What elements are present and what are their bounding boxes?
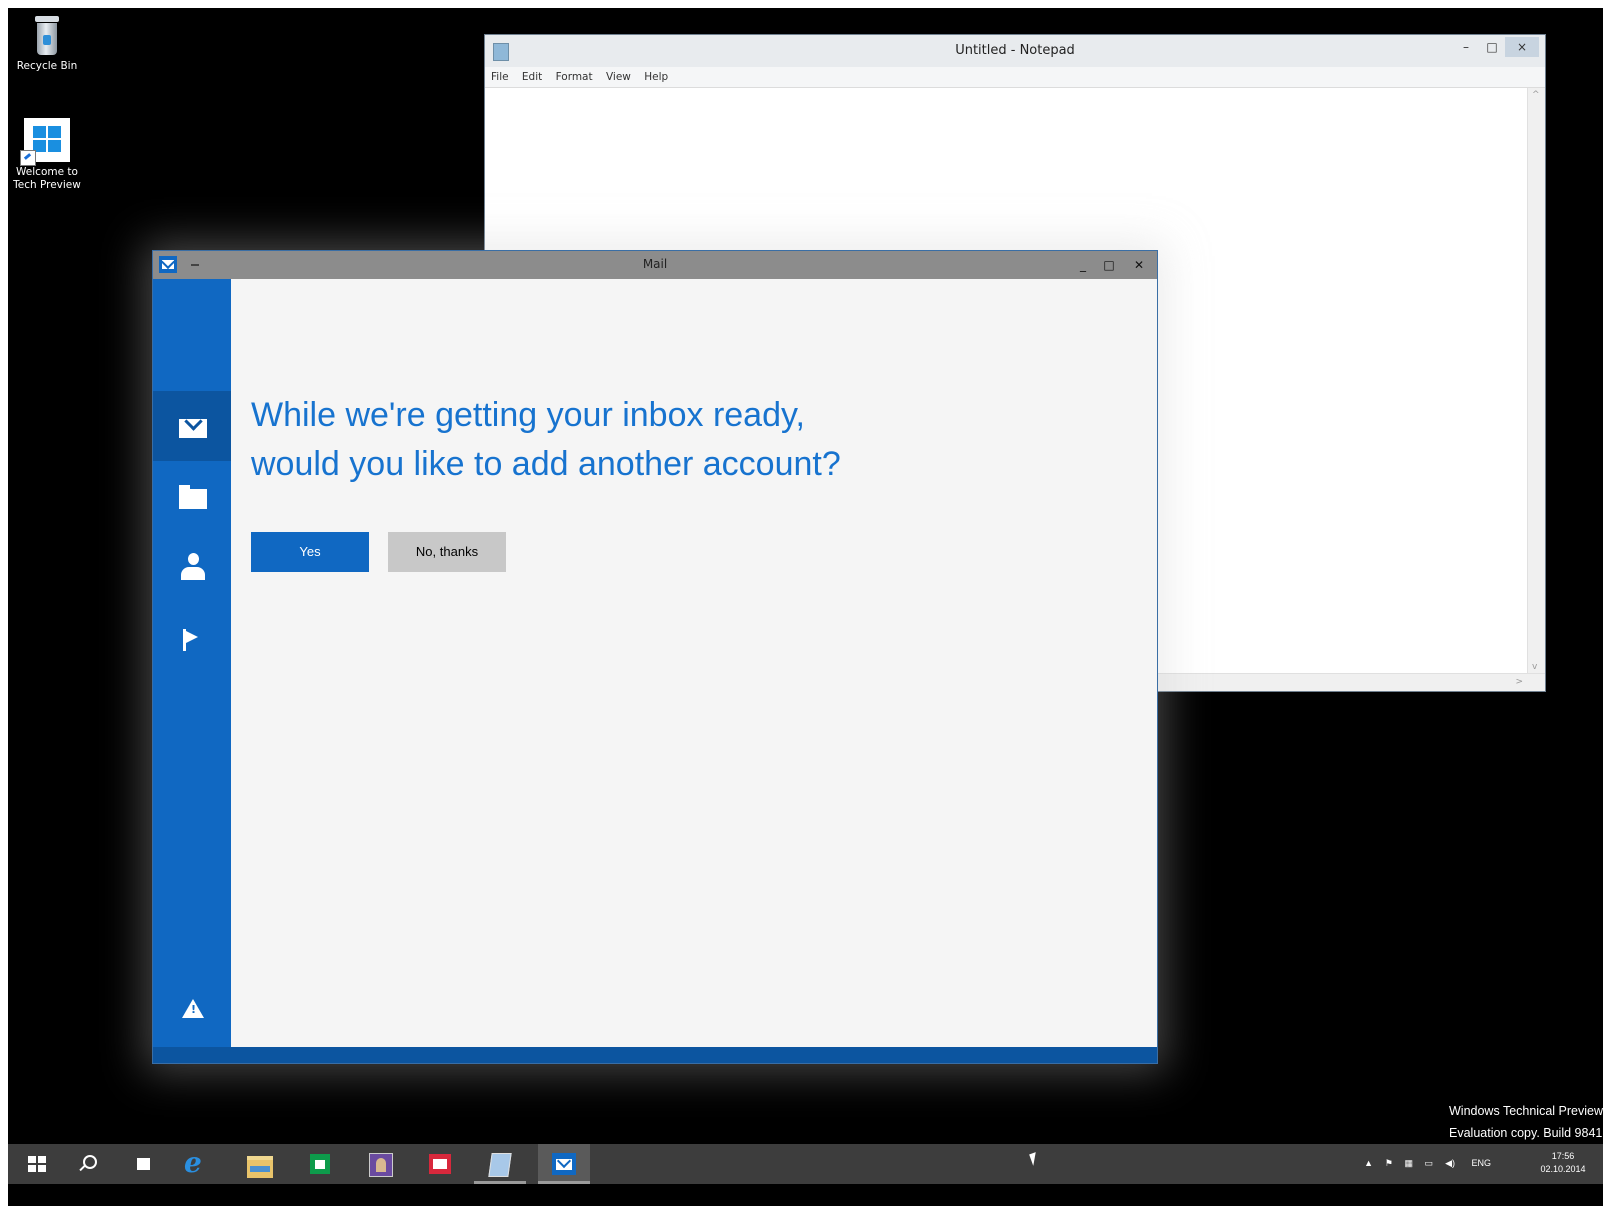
taskbar-news[interactable]	[414, 1144, 466, 1184]
person-icon	[180, 553, 206, 583]
add-account-prompt: While we're getting your inbox ready, wo…	[251, 391, 841, 489]
menu-file[interactable]: File	[491, 67, 509, 87]
recycle-bin-label: Recycle Bin	[16, 60, 78, 72]
search-button[interactable]	[64, 1144, 116, 1184]
taskbar: e ▲ ⚑ ▦ ▭ ◀) ENG 17:56 02.10.2014	[8, 1144, 1603, 1184]
mail-close-button[interactable]: ✕	[1127, 255, 1151, 275]
folder-icon	[247, 1156, 273, 1178]
volume-icon[interactable]: ◀)	[1445, 1158, 1455, 1169]
task-view-icon	[137, 1158, 150, 1170]
taskbar-store[interactable]	[294, 1144, 346, 1184]
menu-help[interactable]: Help	[644, 67, 668, 87]
notepad-vertical-scrollbar[interactable]: ^ v	[1527, 88, 1545, 674]
search-icon	[83, 1155, 97, 1169]
notepad-title: Untitled - Notepad	[955, 43, 1075, 58]
sidebar-item-alerts[interactable]	[153, 979, 231, 1049]
menu-format[interactable]: Format	[556, 67, 593, 87]
recycle-bin-icon	[34, 16, 60, 56]
mail-maximize-button[interactable]: □	[1097, 255, 1121, 275]
windows-logo-icon	[20, 118, 70, 166]
action-center-flag-icon[interactable]: ⚑	[1385, 1158, 1393, 1169]
mail-bottom-bar	[153, 1047, 1157, 1063]
sidebar-item-mail[interactable]	[153, 391, 231, 461]
notepad-icon	[488, 1153, 512, 1177]
desktop: Recycle Bin Welcome to Tech Preview Unti…	[8, 8, 1603, 1206]
welcome-label-line1: Welcome to	[16, 166, 78, 178]
mail-icon	[552, 1153, 576, 1175]
watermark-line-2: Evaluation copy. Build 9841	[1449, 1126, 1603, 1140]
chevron-up-icon[interactable]: ▲	[1364, 1158, 1373, 1168]
envelope-icon	[179, 419, 207, 438]
taskbar-mail[interactable]	[538, 1144, 590, 1184]
taskbar-photos[interactable]	[354, 1144, 406, 1184]
store-icon	[310, 1154, 330, 1174]
evaluation-watermark: Windows Technical Preview Evaluation cop…	[1449, 1100, 1603, 1144]
clock-date: 02.10.2014	[1540, 1164, 1586, 1174]
scroll-up-icon[interactable]: ^	[1532, 90, 1540, 100]
taskbar-internet-explorer[interactable]: e	[174, 1144, 226, 1184]
no-thanks-button[interactable]: No, thanks	[388, 532, 506, 572]
task-view-button[interactable]	[118, 1144, 170, 1184]
scroll-down-icon[interactable]: v	[1532, 662, 1537, 672]
taskbar-notepad[interactable]	[474, 1144, 526, 1184]
yes-button[interactable]: Yes	[251, 532, 369, 572]
mail-sidebar	[153, 279, 231, 1047]
welcome-label-line2: Tech Preview	[13, 179, 81, 191]
notepad-minimize-button[interactable]: –	[1453, 37, 1479, 57]
folder-icon	[179, 485, 207, 509]
windows-logo-icon	[28, 1156, 46, 1172]
clock[interactable]: 17:56 02.10.2014	[1533, 1150, 1593, 1176]
warning-icon	[182, 999, 204, 1018]
mail-minimize-button[interactable]: _	[1071, 255, 1095, 275]
prompt-line-2: would you like to add another account?	[251, 445, 841, 483]
notepad-menubar: File Edit Format View Help	[485, 67, 1545, 88]
news-icon	[429, 1154, 451, 1174]
photo-icon	[369, 1153, 393, 1177]
welcome-tech-preview-shortcut[interactable]: Welcome to Tech Preview	[10, 118, 84, 192]
mail-window[interactable]: Mail _ □ ✕ While we're getting your inb	[152, 250, 1158, 1064]
menu-view[interactable]: View	[606, 67, 631, 87]
mail-titlebar[interactable]: Mail _ □ ✕	[153, 251, 1157, 279]
taskbar-file-explorer[interactable]	[234, 1144, 286, 1184]
notepad-close-button[interactable]: ×	[1505, 37, 1539, 57]
shortcut-arrow-icon	[20, 150, 36, 166]
mail-title: Mail	[642, 257, 668, 271]
language-indicator[interactable]: ENG	[1471, 1158, 1491, 1168]
sidebar-item-people[interactable]	[153, 537, 231, 607]
network-icon[interactable]: ▦	[1404, 1158, 1413, 1169]
monitor-icon[interactable]: ▭	[1424, 1158, 1433, 1169]
notepad-maximize-button[interactable]: □	[1479, 37, 1505, 57]
flag-icon	[183, 629, 201, 653]
prompt-line-1: While we're getting your inbox ready,	[251, 396, 805, 434]
watermark-line-1: Windows Technical Preview	[1449, 1104, 1603, 1118]
notepad-titlebar[interactable]: Untitled - Notepad – □ ×	[485, 35, 1545, 67]
scroll-right-icon[interactable]: >	[1515, 677, 1523, 687]
clock-time: 17:56	[1551, 1151, 1575, 1161]
start-button[interactable]	[14, 1144, 66, 1184]
ie-icon: e	[184, 1146, 202, 1179]
menu-edit[interactable]: Edit	[522, 67, 542, 87]
sidebar-item-folders[interactable]	[153, 465, 231, 535]
sidebar-item-flagged[interactable]	[153, 609, 231, 679]
recycle-bin-shortcut[interactable]: Recycle Bin	[10, 16, 84, 73]
